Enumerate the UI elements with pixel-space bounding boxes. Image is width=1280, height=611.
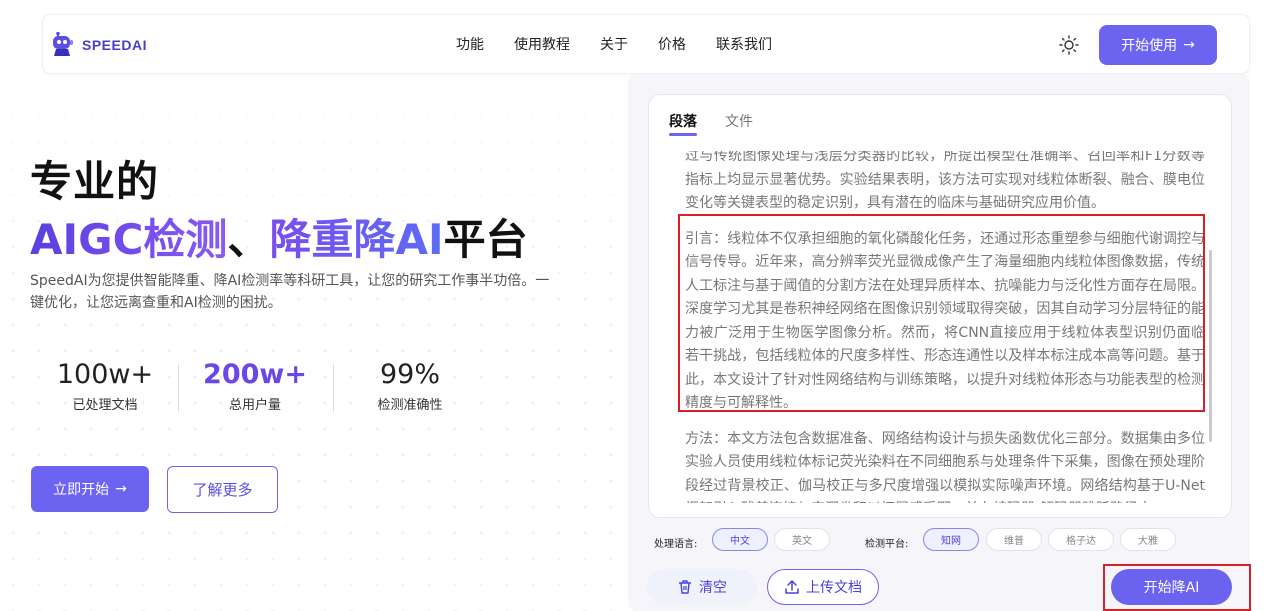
hero-title-reduce: 降重降AI [269, 215, 444, 264]
paragraph-text: 引言：线粒体不仅承担细胞的氧化磷酸化任务，还通过形态重塑参与细胞代谢调控与信号传… [685, 230, 1205, 412]
stat-accuracy: 99% 检测准确性 [335, 358, 485, 413]
platform-chip-gezida[interactable]: 格子达 [1048, 528, 1114, 551]
nav-link-tutorial[interactable]: 使用教程 [514, 34, 570, 54]
stat-value: 100w+ [56, 359, 154, 390]
arrow-right-icon: → [115, 481, 127, 497]
editor-card: 段落 文件 过与传统图像处理与浅层分类器的比较，所提出模型在准确率、召回率和F1… [648, 94, 1232, 518]
hero-title-line2: AIGC检测、降重降AI平台 [30, 206, 528, 267]
platform-chip-cnki[interactable]: 知网 [923, 528, 979, 551]
hero-title-sep: 、 [227, 215, 270, 264]
hero-title-aigc: AIGC检测 [30, 215, 228, 264]
start-reduce-ai-button[interactable]: 开始降AI [1111, 569, 1232, 605]
start-now-label: 立即开始 [53, 482, 110, 498]
stat-label: 总用户量 [228, 398, 281, 413]
stat-value: 200w+ [203, 359, 307, 390]
hero-title-line1: 专业的 [30, 157, 160, 206]
upload-icon [785, 580, 799, 594]
platform-chip-vip[interactable]: 维普 [986, 528, 1042, 551]
upload-document-button[interactable]: 上传文档 [767, 569, 879, 605]
clear-label: 清空 [699, 580, 727, 596]
language-chip-english[interactable]: 英文 [774, 528, 830, 551]
active-tab-indicator [669, 133, 697, 136]
tab-file[interactable]: 文件 [725, 111, 753, 131]
nav-link-pricing[interactable]: 价格 [658, 34, 686, 54]
robot-logo-icon [53, 32, 73, 56]
clear-button[interactable]: 清空 [647, 569, 757, 605]
brand-logo[interactable]: SPEEDAI [52, 32, 147, 58]
nav-link-features[interactable]: 功能 [456, 34, 484, 54]
stat-label: 已处理文档 [72, 398, 138, 413]
stats-row: 100w+ 已处理文档 200w+ 总用户量 99% 检测准确性 [30, 358, 490, 418]
language-label: 处理语言: [654, 539, 698, 550]
arrow-right-icon: → [1183, 37, 1195, 53]
start-using-button[interactable]: 开始使用 → [1099, 25, 1217, 65]
top-navbar: SPEEDAI 功能 使用教程 关于 价格 联系我们 开始使用 → [42, 14, 1250, 74]
start-now-button[interactable]: 立即开始 → [31, 466, 149, 512]
language-chip-chinese[interactable]: 中文 [712, 528, 768, 551]
paragraph-text: 过与传统图像处理与浅层分类器的比较，所提出模型在准确率、召回率和F1分数等指标上… [685, 151, 1205, 211]
tab-paragraph[interactable]: 段落 [669, 111, 697, 131]
stat-divider [333, 364, 334, 412]
hero-description: SpeedAI为您提供智能降重、降AI检测率等科研工具，让您的研究工作事半功倍。… [30, 273, 550, 311]
stat-label: 检测准确性 [377, 398, 443, 413]
nav-link-about[interactable]: 关于 [600, 34, 628, 54]
upload-label: 上传文档 [806, 580, 862, 596]
platform-chip-daya[interactable]: 大雅 [1120, 528, 1176, 551]
sun-icon[interactable] [1059, 35, 1079, 55]
stat-users: 200w+ 总用户量 [180, 358, 330, 413]
stat-divider [178, 364, 179, 412]
start-using-label: 开始使用 [1121, 38, 1178, 54]
hero-title-platform: 平台 [443, 215, 528, 264]
brand-name: SPEEDAI [82, 37, 147, 53]
stat-processed: 100w+ 已处理文档 [30, 358, 180, 413]
trash-icon [679, 580, 691, 594]
nav-link-contact[interactable]: 联系我们 [716, 34, 772, 54]
learn-more-button[interactable]: 了解更多 [167, 466, 278, 513]
stat-value: 99% [379, 359, 440, 390]
text-scrollbar[interactable] [1209, 250, 1212, 442]
paragraph-text: 方法：本文方法包含数据准备、网络结构设计与损失函数优化三部分。数据集由多位实验人… [685, 430, 1205, 504]
platform-label: 检测平台: [865, 539, 909, 550]
paragraph-text-area[interactable]: 过与传统图像处理与浅层分类器的比较，所提出模型在准确率、召回率和F1分数等指标上… [685, 151, 1205, 503]
nav-links: 功能 使用教程 关于 价格 联系我们 [456, 34, 802, 54]
